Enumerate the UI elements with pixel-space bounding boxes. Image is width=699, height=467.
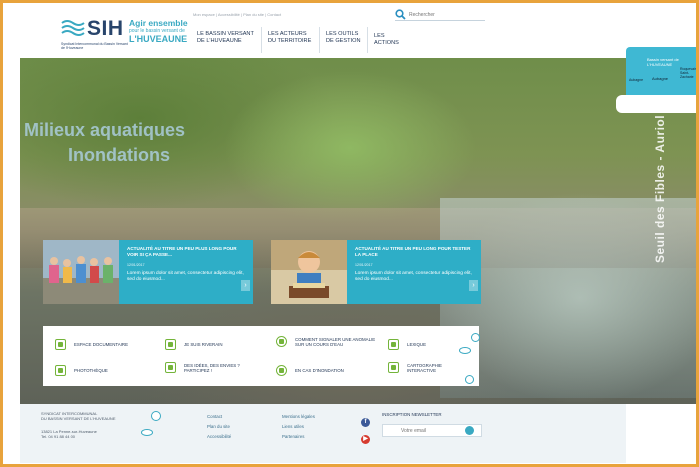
logo-subtitle: Syndicat Intercommunal du Bassin Versant… xyxy=(61,42,128,50)
children-photo-icon xyxy=(43,240,119,304)
bubble-decoration xyxy=(151,411,161,421)
chevron-right-icon[interactable]: › xyxy=(241,280,250,291)
map-badge-label-left: Aubagne xyxy=(629,78,644,82)
newsletter-submit-button[interactable] xyxy=(465,426,474,435)
footer-link-liens-utiles[interactable]: Liens utiles xyxy=(282,422,315,432)
footer-organization: SYNDICAT INTERCOMMUNAL DU BASSIN VERSANT… xyxy=(41,411,116,421)
bubble-decoration xyxy=(459,347,471,354)
footer-org-line-2: DU BASSIN VERSANT DE L'HUVEAUNE xyxy=(41,416,116,421)
quick-link-phototheque[interactable]: PHOTOTHÈQUE xyxy=(55,365,108,376)
news-date: 12/01/2017 xyxy=(355,263,373,267)
newsletter-title: INSCRIPTION NEWSLETTER xyxy=(382,412,442,417)
quick-link-riverain[interactable]: JE SUIS RIVERAIN xyxy=(165,339,223,350)
nav-item-outils[interactable]: LES OUTILS DE GESTION xyxy=(319,27,367,53)
logo-name: SIH xyxy=(87,17,124,40)
quick-link-documents[interactable]: ESPACE DOCUMENTAIRE xyxy=(55,339,128,350)
quick-link-label: EN CAS D'INONDATION xyxy=(295,368,344,373)
bubble-decoration xyxy=(141,429,153,436)
waves-icon xyxy=(61,20,85,36)
footer-link-mentions-legales[interactable]: Mentions légales xyxy=(282,412,315,422)
bubble-decoration xyxy=(465,375,474,384)
news-title[interactable]: ACTUALITÉ AU TITRE UN PEU LONG POUR TEST… xyxy=(355,246,475,258)
news-card-2[interactable]: ACTUALITÉ AU TITRE UN PEU LONG POUR TEST… xyxy=(271,240,481,304)
house-icon xyxy=(165,339,176,350)
top-links[interactable]: Mon espace | Accessibilité | Plan du sit… xyxy=(193,12,281,17)
quick-link-anomalie[interactable]: COMMENT SIGNALER UNE ANOMALIE SUR UN COU… xyxy=(276,336,386,347)
map-badge-label-mid: Aubagne xyxy=(652,76,669,81)
lightbulb-icon xyxy=(165,362,176,373)
nav-item-actions[interactable]: LES ACTIONS xyxy=(367,27,415,53)
footer-address: 13821 La Penne-sur-Huveaune Tel. 04 91 8… xyxy=(41,429,97,439)
quick-link-label: DES IDÉES, DES ENVIES ? PARTICIPEZ ! xyxy=(184,362,240,373)
quick-link-inondation[interactable]: EN CAS D'INONDATION xyxy=(276,365,344,376)
news-title[interactable]: ACTUALITÉ AU TITRE UN PEU PLUS LONG POUR… xyxy=(127,246,247,258)
hero-title-line-2: Inondations xyxy=(68,145,170,165)
map-badge-shadow xyxy=(616,95,696,113)
quick-link-label: PHOTOTHÈQUE xyxy=(74,368,108,373)
footer-links-1: Contact Plan du site Accessibilité xyxy=(207,412,231,442)
footer-addr-line-2: Tel. 04 91 88 44 00 xyxy=(41,434,76,439)
main-nav: LE BASSIN VERSANT DE L'HUVEAUNE LES ACTE… xyxy=(191,27,415,53)
news-body: Lorem ipsum dolor sit amet, consectetur … xyxy=(355,271,472,282)
news-card-1[interactable]: ACTUALITÉ AU TITRE UN PEU PLUS LONG POUR… xyxy=(43,240,253,304)
nav-item-bassin-versant[interactable]: LE BASSIN VERSANT DE L'HUVEAUNE xyxy=(191,27,261,53)
news-thumbnail-2 xyxy=(271,240,347,304)
plus-circle-icon xyxy=(276,365,287,376)
footer-link-accessibilite[interactable]: Accessibilité xyxy=(207,432,231,442)
news-text-2: ACTUALITÉ AU TITRE UN PEU LONG POUR TEST… xyxy=(355,246,475,283)
news-text-1: ACTUALITÉ AU TITRE UN PEU PLUS LONG POUR… xyxy=(127,246,247,283)
nav-item-acteurs[interactable]: LES ACTEURS DU TERRITOIRE xyxy=(261,27,319,53)
quick-link-label: JE SUIS RIVERAIN xyxy=(184,342,223,347)
logo-tagline-3: L'HUVEAUNE xyxy=(129,34,188,44)
footer: SYNDICAT INTERCOMMUNAL DU BASSIN VERSANT… xyxy=(20,404,626,463)
search-input[interactable] xyxy=(409,10,483,20)
speech-bubble-icon xyxy=(276,336,287,347)
footer-link-partenaires[interactable]: Partenaires xyxy=(282,432,315,442)
news-thumbnail-1 xyxy=(43,240,119,304)
search-icon[interactable] xyxy=(395,9,406,20)
bubble-decoration xyxy=(471,333,480,342)
quick-link-label: CARTOGRAPHIE INTERACTIVE xyxy=(407,362,442,373)
quick-link-label: COMMENT SIGNALER UNE ANOMALIE SUR UN COU… xyxy=(295,336,376,347)
footer-link-plan-du-site[interactable]: Plan du site xyxy=(207,422,231,432)
page-frame: SIH Syndicat Intercommunal du Bassin Ver… xyxy=(0,0,699,467)
logo[interactable]: SIH Syndicat Intercommunal du Bassin Ver… xyxy=(61,17,191,51)
footer-link-contact[interactable]: Contact xyxy=(207,412,231,422)
document-icon xyxy=(55,339,66,350)
quick-link-cartographie[interactable]: CARTOGRAPHIE INTERACTIVE xyxy=(388,362,468,373)
map-icon xyxy=(388,362,399,373)
facebook-icon[interactable]: f xyxy=(361,418,370,427)
search-bar[interactable] xyxy=(395,9,485,21)
news-date: 12/01/2017 xyxy=(127,263,145,267)
map-badge-label-right: Roquevaire Saint-Zacharie xyxy=(680,67,698,79)
map-badge-title: Bassin versant de L'HUVEAUNE xyxy=(647,57,679,67)
quick-links-panel: ESPACE DOCUMENTAIRE JE SUIS RIVERAIN COM… xyxy=(43,326,479,386)
quick-link-label: ESPACE DOCUMENTAIRE xyxy=(74,342,128,347)
news-body: Lorem ipsum dolor sit amet, consectetur … xyxy=(127,271,244,282)
logo-tagline-1: Agir ensemble xyxy=(129,18,188,28)
quick-link-lexique[interactable]: LEXIQUE xyxy=(388,339,426,350)
quick-link-participez[interactable]: DES IDÉES, DES ENVIES ? PARTICIPEZ ! xyxy=(165,362,275,373)
hero-title-line-1: Milieux aquatiques xyxy=(24,120,186,140)
hero-caption: Seuil des Fibles - Auriol xyxy=(653,114,667,263)
child-photo-icon xyxy=(271,240,347,304)
footer-links-2: Mentions légales Liens utiles Partenaire… xyxy=(282,412,315,442)
book-icon xyxy=(388,339,399,350)
quick-link-label: LEXIQUE xyxy=(407,342,427,347)
camera-icon xyxy=(55,365,66,376)
chevron-right-icon[interactable]: › xyxy=(469,280,478,291)
youtube-icon[interactable]: ▶ xyxy=(361,435,370,444)
header: SIH Syndicat Intercommunal du Bassin Ver… xyxy=(3,3,696,57)
